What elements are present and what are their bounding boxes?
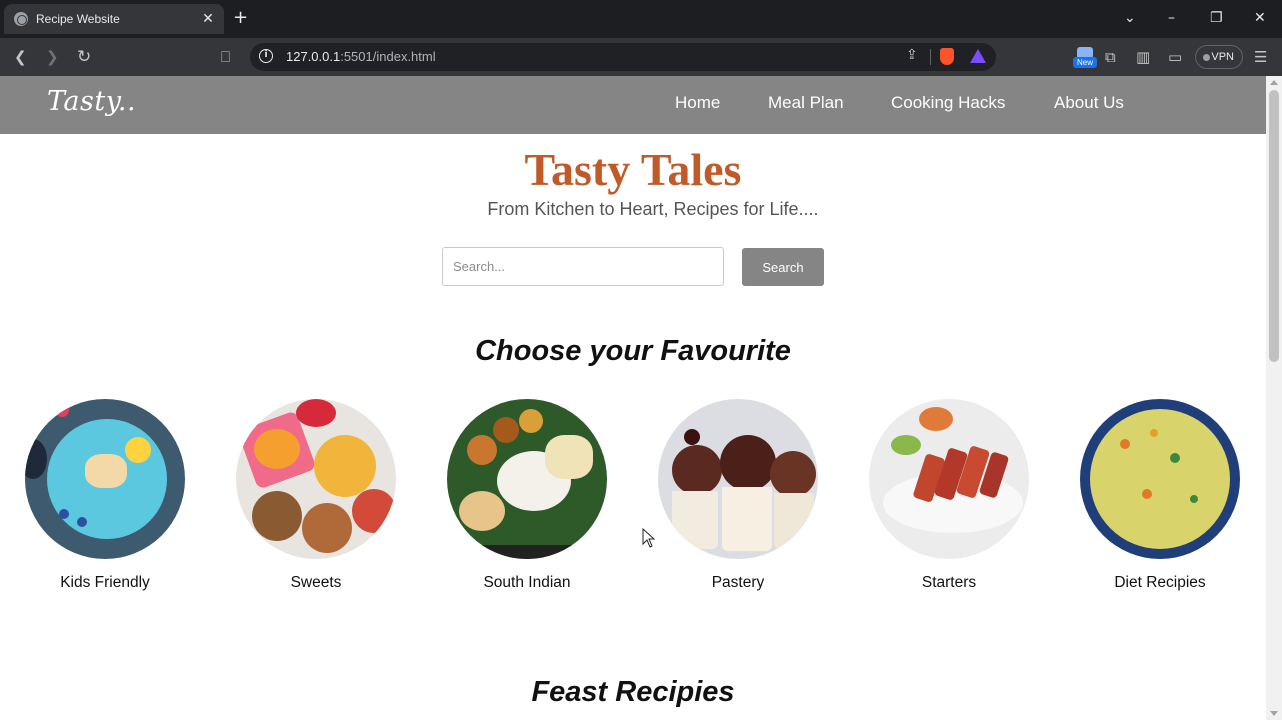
choose-section-title: Choose your Favourite [475,335,791,367]
tab-title: Recipe Website [36,12,120,26]
feast-section-title: Feast Recipies [531,676,735,708]
scroll-down-icon[interactable] [1270,711,1278,716]
search-input[interactable] [442,247,724,286]
extensions-icon[interactable]: ⧉ [1105,47,1116,67]
back-icon[interactable]: ❮ [14,47,27,67]
category-label: Pastery [711,574,765,591]
category-label: Kids Friendly [60,574,150,591]
divider [930,49,931,65]
vpn-button[interactable]: VPN [1195,45,1243,69]
share-icon[interactable]: ⇪ [906,47,918,63]
new-tab-icon[interactable]: + [233,8,248,28]
sweets-image[interactable] [236,399,396,559]
new-extension-icon[interactable]: New [1073,47,1097,69]
scroll-up-icon[interactable] [1270,80,1278,85]
brave-rewards-icon[interactable] [970,49,986,63]
close-tab-icon[interactable]: ✕ [200,11,216,27]
page-scrollbar[interactable] [1266,76,1282,720]
address-bar[interactable]: i 127.0.0.1:5501/index.html ⇪ [250,43,996,71]
nav-cooking-hacks[interactable]: Cooking Hacks [891,93,1005,113]
bookmark-icon[interactable]: ⎕ [221,47,230,67]
url-path: :5501/index.html [340,49,436,64]
close-window-icon[interactable]: ✕ [1254,9,1266,27]
site-info-icon[interactable]: i [259,49,273,63]
search-button[interactable]: Search [742,248,824,286]
forward-icon[interactable]: ❯ [46,47,59,67]
scrollbar-thumb[interactable] [1269,90,1279,362]
category-pastery[interactable]: Pastery [658,399,818,592]
site-navbar: Tasty.. Home Meal Plan Cooking Hacks Abo… [0,76,1266,134]
menu-icon[interactable]: ☰ [1254,47,1267,67]
tab-search-icon[interactable]: ⌄ [1124,9,1136,27]
wallet-icon[interactable]: ▭ [1168,47,1182,67]
category-south-indian[interactable]: South Indian [447,399,607,592]
south-indian-image[interactable] [447,399,607,559]
new-badge: New [1073,57,1097,68]
browser-tab[interactable]: Recipe Website ✕ [4,4,224,34]
category-label: Sweets [290,574,342,591]
brave-shields-icon[interactable] [940,48,954,65]
nav-home[interactable]: Home [675,93,720,113]
mouse-cursor-icon [642,528,656,548]
pastery-image[interactable] [658,399,818,559]
sidebar-icon[interactable]: ▥ [1136,47,1150,67]
kids-friendly-image[interactable] [25,399,185,559]
globe-icon [14,12,28,26]
page-title: Tasty Tales [524,144,742,195]
diet-recipies-image[interactable] [1080,399,1240,559]
site-logo[interactable]: Tasty.. [47,86,136,117]
category-diet-recipies[interactable]: Diet Recipies [1080,399,1240,592]
url-host: 127.0.0.1 [286,49,341,64]
minimize-icon[interactable]: – [1168,9,1175,27]
browser-tab-strip: Recipe Website ✕ + ⌄ – ❐ ✕ [0,0,1282,38]
web-page: Tasty.. Home Meal Plan Cooking Hacks Abo… [0,76,1266,720]
restore-icon[interactable]: ❐ [1210,9,1223,27]
url-text[interactable]: 127.0.0.1:5501/index.html [286,49,436,64]
category-starters[interactable]: Starters [869,399,1029,592]
category-label: South Indian [483,574,571,591]
category-label: Starters [921,574,977,591]
category-sweets[interactable]: Sweets [236,399,396,592]
nav-about-us[interactable]: About Us [1054,93,1124,113]
category-label: Diet Recipies [1114,574,1206,591]
page-subtitle: From Kitchen to Heart, Recipes for Life.… [487,199,819,219]
reload-icon[interactable]: ↻ [77,47,91,67]
category-kids-friendly[interactable]: Kids Friendly [25,399,185,592]
starters-image[interactable] [869,399,1029,559]
nav-meal-plan[interactable]: Meal Plan [768,93,844,113]
